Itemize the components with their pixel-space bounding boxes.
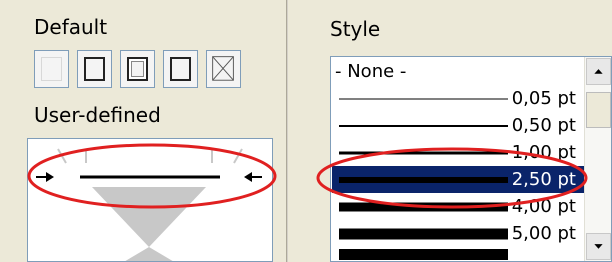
style-list[interactable]: - None - 0,05 pt 0,50 pt 1,00 pt 2,50 pt…: [330, 56, 612, 262]
style-item-0-05pt[interactable]: 0,05 pt: [332, 85, 584, 112]
no-border-icon: [41, 57, 62, 81]
left-arrow-icon: [46, 172, 54, 182]
right-arrow-icon: [244, 172, 252, 182]
style-line-sample: [339, 176, 508, 183]
border-settings-dialog: Default User-defined Style - None - 0,05…: [0, 0, 612, 262]
style-item-5-00pt[interactable]: 5,00 pt: [332, 220, 584, 247]
preset-outer-border-only[interactable]: [163, 50, 198, 88]
style-line-sample: [339, 124, 508, 127]
preview-tick-left-slant: [57, 148, 67, 164]
user-defined-section-title: User-defined: [34, 103, 161, 127]
preset-diagonal-borders[interactable]: [206, 50, 241, 88]
style-item-label: 4,00 pt: [511, 196, 576, 217]
style-item-label: 0,50 pt: [511, 115, 576, 136]
preview-tick-right-slant: [233, 148, 243, 164]
chevron-up-icon: [594, 69, 603, 74]
style-item-4-00pt[interactable]: 4,00 pt: [332, 193, 584, 220]
border-preview-graphic: [36, 148, 262, 261]
chevron-down-icon: [594, 244, 603, 249]
outer-border-icon: [84, 57, 105, 81]
default-section-title: Default: [34, 15, 108, 39]
style-item-label: - None -: [335, 61, 407, 82]
style-list-scrollbar[interactable]: [584, 57, 611, 261]
scroll-thumb[interactable]: [586, 92, 611, 128]
preset-outer-border[interactable]: [77, 50, 112, 88]
preset-outer-and-inner-border[interactable]: [120, 50, 155, 88]
outer-border-only-icon: [170, 57, 191, 81]
preview-diagonal-triangle-bottom: [125, 247, 173, 261]
style-item-label: 0,05 pt: [511, 88, 576, 109]
style-item-label: 5,00 pt: [511, 223, 576, 244]
style-item-none[interactable]: - None -: [332, 58, 584, 85]
style-item-partial[interactable]: [332, 247, 584, 261]
style-line-sample: [339, 98, 508, 99]
diagonal-borders-icon: [212, 56, 234, 81]
style-item-label: 2,50 pt: [511, 169, 576, 190]
scroll-down-button[interactable]: [586, 233, 611, 260]
style-item-2-50pt[interactable]: 2,50 pt: [332, 166, 584, 193]
preset-no-border[interactable]: [34, 50, 69, 88]
default-preset-row: [34, 50, 241, 88]
scroll-up-button[interactable]: [586, 58, 611, 85]
style-item-label: 1,00 pt: [511, 142, 576, 163]
outer-and-inner-border-icon: [127, 57, 148, 81]
style-item-1-00pt[interactable]: 1,00 pt: [332, 139, 584, 166]
style-line-sample: [339, 202, 508, 211]
style-section-title: Style: [330, 17, 381, 41]
style-line-sample: [339, 249, 508, 260]
style-line-sample: [339, 151, 508, 154]
vertical-divider: [286, 0, 288, 262]
style-item-0-50pt[interactable]: 0,50 pt: [332, 112, 584, 139]
style-line-sample: [339, 228, 508, 239]
user-defined-border-preview[interactable]: [27, 138, 273, 262]
preview-diagonal-triangle-top: [92, 187, 206, 247]
